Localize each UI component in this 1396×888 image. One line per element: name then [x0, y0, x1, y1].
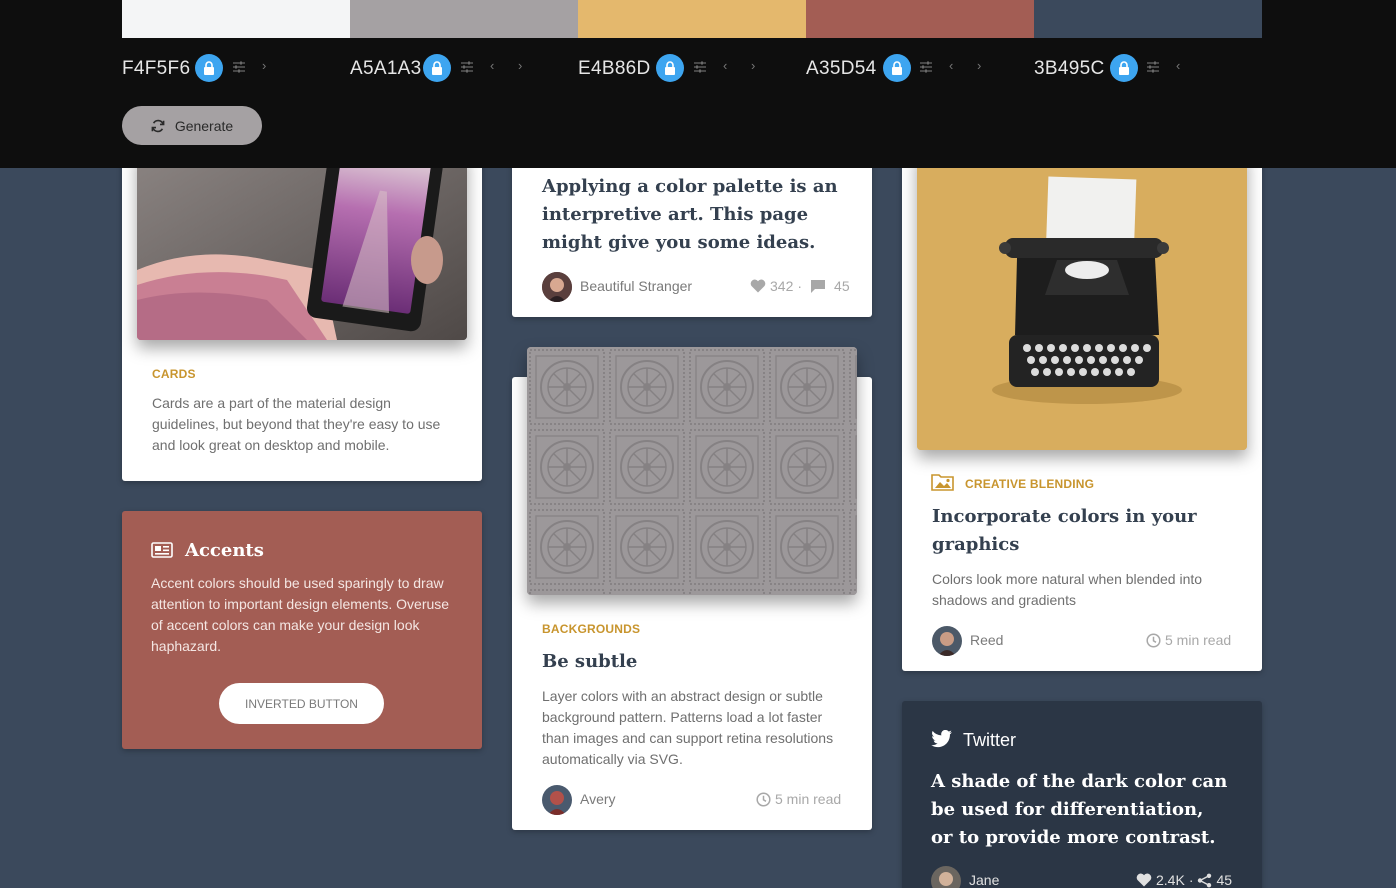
chevron-right-icon[interactable]: › [977, 58, 981, 73]
generate-label: Generate [174, 117, 234, 134]
sliders-icon[interactable] [232, 60, 246, 74]
twitter-author[interactable]: Jane [969, 872, 999, 888]
typewriter-photo [917, 150, 1247, 450]
likes-count: 2.4K [1156, 872, 1185, 888]
accents-title: Accents [185, 540, 264, 561]
avatar [542, 272, 572, 302]
chevron-left-icon[interactable]: ‹ [490, 58, 494, 73]
color-swatch[interactable] [1034, 0, 1262, 38]
palette-article-title: Applying a color palette is an interpret… [542, 176, 838, 253]
cards-eyebrow: CARDS [152, 367, 196, 381]
chevron-right-icon[interactable]: › [518, 58, 522, 73]
shares-count: 45 [1216, 872, 1233, 888]
palette-article-stats: 342 · 45 [750, 278, 850, 294]
backgrounds-description: Layer colors with an abstract design or … [542, 688, 834, 767]
color-swatch[interactable] [350, 0, 578, 38]
stat-separator: · [1188, 872, 1194, 888]
lock-icon [432, 61, 442, 75]
clock-icon [1146, 632, 1161, 648]
clock-icon [756, 791, 771, 807]
palette-toolbar: F4F5F6 › A5A1A3 ‹ › E4B86D ‹ › A35D54 ‹ … [0, 0, 1396, 168]
color-swatch[interactable] [578, 0, 806, 38]
blending-description: Colors look more natural when blended in… [932, 571, 1203, 608]
hex-value[interactable]: F4F5F6 [122, 58, 190, 80]
image-folder-icon [931, 474, 954, 491]
chevron-right-icon[interactable]: › [262, 58, 266, 73]
palette-article-author[interactable]: Beautiful Stranger [580, 278, 692, 294]
blending-read-time: 5 min read [1146, 632, 1231, 648]
share-icon [1198, 873, 1212, 887]
sliders-icon[interactable] [460, 60, 474, 74]
accents-description: Accent colors should be used sparingly t… [151, 575, 450, 654]
cards-description: Cards are a part of the material design … [152, 395, 441, 453]
avatar [931, 866, 961, 888]
color-swatch[interactable] [122, 0, 350, 38]
twitter-stats: 2.4K · 45 [1136, 872, 1232, 888]
inverted-button[interactable]: INVERTED BUTTON [219, 683, 384, 724]
chevron-left-icon[interactable]: ‹ [1176, 58, 1180, 73]
lock-button[interactable] [1110, 54, 1138, 82]
color-swatch[interactable] [806, 0, 1034, 38]
hex-value[interactable]: E4B86D [578, 58, 651, 80]
lock-button[interactable] [656, 54, 684, 82]
backgrounds-title: Be subtle [542, 651, 638, 672]
refresh-icon [151, 119, 165, 132]
likes-count: 342 [770, 278, 794, 294]
blending-title: Incorporate colors in your graphics [932, 506, 1197, 555]
lock-icon [892, 61, 902, 75]
phone-photo [137, 150, 467, 340]
accents-card: Accents Accent colors should be used spa… [122, 511, 482, 749]
sliders-icon[interactable] [919, 60, 933, 74]
phone-photo-illustration [137, 150, 467, 340]
blending-author[interactable]: Reed [970, 632, 1003, 648]
heart-icon [750, 279, 766, 293]
chevron-right-icon[interactable]: › [751, 58, 755, 73]
avatar [542, 785, 572, 815]
read-time-text: 5 min read [1165, 632, 1232, 648]
tile-pattern-image [527, 347, 857, 595]
lock-button[interactable] [423, 54, 451, 82]
hex-value[interactable]: 3B495C [1034, 58, 1104, 80]
newspaper-icon [151, 542, 173, 558]
comments-count: 45 [834, 278, 850, 294]
sliders-icon[interactable] [693, 60, 707, 74]
blending-eyebrow: CREATIVE BLENDING [965, 477, 1095, 491]
sliders-icon[interactable] [1146, 60, 1160, 74]
lock-button[interactable] [883, 54, 911, 82]
backgrounds-eyebrow: BACKGROUNDS [542, 622, 641, 636]
heart-icon [1136, 873, 1152, 887]
read-time-text: 5 min read [775, 791, 842, 807]
lock-button[interactable] [195, 54, 223, 82]
stat-separator: · [797, 278, 803, 294]
hex-value[interactable]: A35D54 [806, 58, 876, 80]
backgrounds-author[interactable]: Avery [580, 791, 616, 807]
avatar [932, 626, 962, 656]
chevron-left-icon[interactable]: ‹ [723, 58, 727, 73]
twitter-card: Twitter A shade of the dark color can be… [902, 701, 1262, 888]
comment-icon [811, 279, 826, 293]
hex-value[interactable]: A5A1A3 [350, 58, 422, 80]
lock-icon [665, 61, 675, 75]
lock-icon [1119, 61, 1129, 75]
generate-button[interactable]: Generate [122, 106, 262, 145]
twitter-bird-icon [931, 730, 952, 748]
twitter-label: Twitter [963, 730, 1017, 750]
twitter-quote: A shade of the dark color can be used fo… [931, 771, 1228, 848]
chevron-left-icon[interactable]: ‹ [949, 58, 953, 73]
lock-icon [204, 61, 214, 75]
backgrounds-read-time: 5 min read [756, 791, 841, 807]
